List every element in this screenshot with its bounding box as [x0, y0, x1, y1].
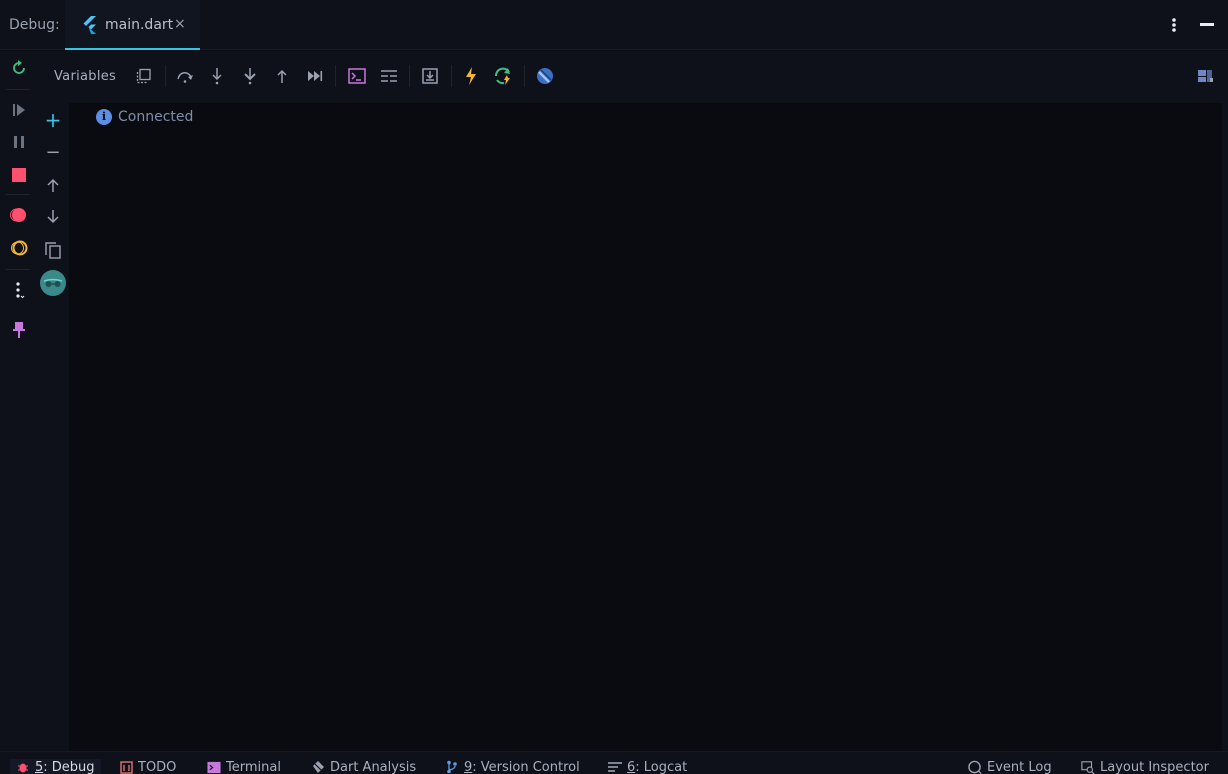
tool-tab-dart-analysis[interactable]: Dart Analysis: [311, 759, 416, 774]
debug-title: Debug:: [9, 17, 60, 33]
console-output[interactable]: i Connected: [69, 103, 1222, 751]
run-to-cursor-icon[interactable]: [305, 66, 325, 86]
add-icon[interactable]: +: [43, 108, 63, 132]
get-thread-dump-icon[interactable]: [420, 66, 440, 86]
connection-status: Connected: [118, 109, 194, 125]
tool-tab-terminal[interactable]: Terminal: [207, 759, 281, 774]
debug-header: Debug: main.dart ×: [0, 0, 1228, 50]
layout-settings-icon[interactable]: [1195, 66, 1215, 86]
tool-tab-debug[interactable]: 5: Debug: [10, 759, 101, 774]
console-side-actions: + −: [37, 103, 69, 751]
view-breakpoints-icon[interactable]: [9, 205, 29, 225]
info-icon: i: [96, 109, 112, 125]
dart-devtools-icon[interactable]: [535, 66, 555, 86]
evaluate-icon[interactable]: [379, 66, 399, 86]
debug-tool-window: Debug: main.dart × Variables + − i Conne…: [0, 0, 1228, 774]
bug-icon: [16, 760, 30, 774]
tool-window-bar: 5: Debug TODO Terminal Dart Analysis 9: …: [0, 751, 1228, 774]
left-debug-actions: [0, 51, 37, 751]
event-log-icon: [968, 760, 982, 774]
copy-icon[interactable]: [43, 240, 63, 260]
step-over-icon[interactable]: [175, 66, 195, 86]
pin-icon[interactable]: [9, 320, 29, 340]
tool-tab-layout-inspector[interactable]: Layout Inspector: [1081, 759, 1209, 774]
stop-icon[interactable]: [9, 165, 29, 185]
minimize-icon[interactable]: [1200, 23, 1214, 26]
rerun-icon[interactable]: [9, 58, 29, 78]
console-icon[interactable]: [347, 66, 367, 86]
tool-tab-version-control[interactable]: 9: Version Control: [445, 759, 580, 774]
force-step-into-icon[interactable]: [240, 66, 260, 86]
pause-icon[interactable]: [9, 132, 29, 152]
restore-layout-icon[interactable]: [134, 66, 154, 86]
tool-tab-event-log[interactable]: Event Log: [968, 759, 1052, 774]
tool-tab-logcat[interactable]: 6: Logcat: [608, 759, 687, 774]
dart-icon: [311, 760, 325, 774]
more-icon[interactable]: [9, 280, 29, 300]
terminal-icon: [207, 760, 221, 774]
move-down-icon[interactable]: [43, 207, 63, 227]
incognito-avatar-icon[interactable]: [39, 269, 67, 297]
tab-label: main.dart: [105, 17, 174, 33]
logcat-icon: [608, 760, 622, 774]
close-icon[interactable]: ×: [174, 16, 186, 32]
tool-tab-todo[interactable]: TODO: [119, 759, 176, 774]
resume-icon[interactable]: [9, 100, 29, 120]
remove-icon[interactable]: −: [43, 142, 63, 163]
mute-breakpoints-icon[interactable]: [9, 238, 29, 258]
step-into-icon[interactable]: [207, 66, 227, 86]
variables-label: Variables: [54, 69, 117, 84]
flutter-icon: [83, 16, 96, 34]
move-up-icon[interactable]: [43, 175, 63, 195]
hot-restart-icon[interactable]: [493, 66, 513, 86]
hot-reload-icon[interactable]: [461, 66, 481, 86]
tab-main-dart[interactable]: main.dart ×: [65, 0, 200, 50]
branch-icon: [445, 760, 459, 774]
more-options-icon[interactable]: [1167, 16, 1181, 34]
debugger-toolbar: Variables: [37, 51, 1228, 103]
layout-inspector-icon: [1081, 760, 1095, 774]
vertical-scrollbar[interactable]: [1222, 103, 1228, 751]
step-out-icon[interactable]: [272, 66, 292, 86]
todo-icon: [119, 760, 133, 774]
